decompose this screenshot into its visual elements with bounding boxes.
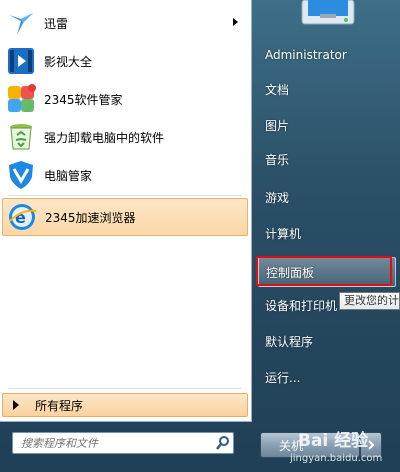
all-programs-button[interactable]: 所有程序	[2, 393, 248, 417]
right-item-label: 运行...	[265, 370, 301, 385]
search-box[interactable]	[12, 432, 234, 454]
start-menu: 迅雷 影视大全 2345软件管家 强力卸载电脑中的软件 电脑管家 e 2345加…	[0, 0, 400, 472]
video-film-icon	[5, 45, 37, 77]
right-item-computer[interactable]: 计算机	[258, 218, 396, 248]
program-item-pc-manager[interactable]: 电脑管家	[2, 156, 248, 194]
program-label: 影视大全	[44, 54, 93, 69]
xunlei-bird-icon	[5, 7, 37, 39]
program-label: 2345加速浏览器	[45, 210, 136, 225]
shutdown-options-button[interactable]	[360, 432, 382, 458]
right-item-games[interactable]: 游戏	[258, 182, 396, 212]
separator	[8, 195, 242, 196]
right-item-run[interactable]: 运行...	[258, 362, 396, 392]
program-item-yingshi[interactable]: 影视大全	[2, 42, 248, 80]
right-item-label: 控制面板	[266, 265, 315, 280]
program-label: 2345软件管家	[44, 92, 123, 107]
shield-v-icon	[5, 159, 37, 191]
program-label: 强力卸载电脑中的软件	[44, 130, 165, 145]
right-item-label: 计算机	[265, 226, 302, 241]
program-item-2345-manager[interactable]: 2345软件管家	[2, 80, 248, 118]
chevron-right-icon	[368, 440, 375, 450]
shutdown-label: 关机	[279, 438, 304, 453]
right-item-label: 默认程序	[265, 334, 314, 349]
program-item-2345-browser[interactable]: e 2345加速浏览器	[2, 198, 248, 236]
programs-panel: 迅雷 影视大全 2345软件管家 强力卸载电脑中的软件 电脑管家 e 2345加…	[0, 0, 252, 422]
program-label: 迅雷	[44, 16, 69, 31]
right-item-control-panel[interactable]: 控制面板	[258, 257, 396, 287]
right-item-label: 音乐	[265, 152, 290, 167]
software-manager-icon	[5, 83, 37, 115]
right-item-label: Administrator	[265, 48, 347, 62]
right-item-label: 游戏	[265, 190, 290, 205]
submenu-arrow-icon	[233, 18, 238, 26]
user-picture[interactable]	[298, 0, 358, 26]
right-item-documents[interactable]: 文档	[258, 74, 396, 104]
browser-e-icon: e	[6, 201, 38, 233]
right-item-label: 设备和打印机	[265, 298, 338, 313]
right-item-music[interactable]: 音乐	[258, 144, 396, 174]
right-item-label: 图片	[265, 118, 290, 133]
search-input[interactable]	[19, 433, 213, 453]
program-item-xunlei[interactable]: 迅雷	[2, 4, 248, 42]
program-item-uninstall[interactable]: 强力卸载电脑中的软件	[2, 118, 248, 156]
right-item-administrator[interactable]: Administrator	[258, 40, 396, 70]
right-item-default-programs[interactable]: 默认程序	[258, 326, 396, 356]
search-icon[interactable]	[213, 433, 233, 453]
recycle-uninstall-icon	[5, 121, 37, 153]
right-item-pictures[interactable]: 图片	[258, 110, 396, 140]
separator	[8, 388, 242, 389]
right-item-label: 文档	[265, 82, 290, 97]
shutdown-button[interactable]: 关机	[260, 432, 360, 458]
program-label: 电脑管家	[44, 168, 93, 183]
tooltip: 更改您的计	[339, 292, 400, 310]
all-programs-label: 所有程序	[35, 398, 84, 413]
play-arrow-icon	[13, 400, 19, 410]
